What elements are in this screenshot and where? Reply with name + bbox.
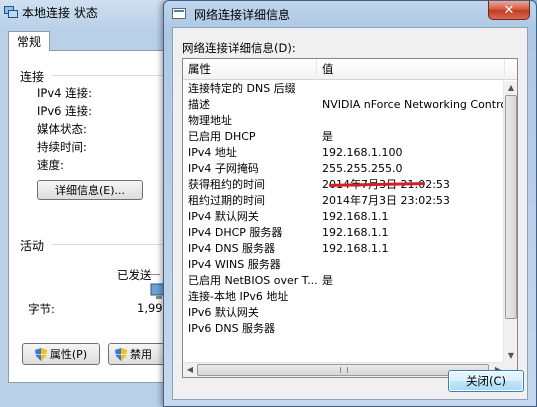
table-row[interactable]: 物理地址 bbox=[183, 113, 505, 129]
sent-label: 已发送 bbox=[117, 268, 152, 282]
connection-status-window: 本地连接 状态 常规 连接 IPv4 连接: IPv6 连接: 媒体状态: 持续… bbox=[0, 0, 180, 407]
speed-label: 速度: bbox=[37, 158, 64, 172]
row-property: IPv4 DNS 服务器 bbox=[188, 242, 276, 255]
row-property: 物理地址 bbox=[188, 114, 232, 127]
details-titlebar: 网络连接详细信息 bbox=[172, 5, 290, 23]
network-icon bbox=[4, 5, 18, 19]
ipv4-connectivity-label: IPv4 连接: bbox=[37, 86, 92, 100]
row-property: 租约过期的时间 bbox=[188, 194, 265, 207]
vertical-scrollbar[interactable]: ▲ ▼ bbox=[503, 81, 517, 363]
uac-shield-icon bbox=[115, 347, 127, 361]
row-value: 192.168.1.100 bbox=[322, 146, 403, 159]
scroll-up-icon[interactable]: ▲ bbox=[506, 82, 516, 94]
close-button[interactable]: 关闭(C) bbox=[448, 370, 524, 392]
table-row[interactable]: 租约过期的时间 2014年7月3日 23:02:53 bbox=[183, 193, 505, 209]
row-value bbox=[317, 289, 505, 305]
window-close-button[interactable]: ✕ bbox=[488, 1, 530, 20]
row-property: IPv4 地址 bbox=[188, 146, 237, 159]
row-property: IPv4 WINS 服务器 bbox=[188, 258, 281, 271]
group-divider bbox=[51, 75, 173, 76]
table-row[interactable]: 连接特定的 DNS 后缀 bbox=[183, 81, 505, 97]
bytes-label: 字节: bbox=[28, 302, 55, 316]
network-details-dialog: 网络连接详细信息 ✕ 网络连接详细信息(D): 属性 值 连接特定的 DNS 后… bbox=[163, 0, 537, 407]
row-value: 192.168.1.1 bbox=[322, 226, 389, 239]
row-value: 是 bbox=[322, 130, 333, 143]
connection-group-label: 连接 bbox=[20, 70, 45, 84]
row-property: 已启用 DHCP bbox=[188, 130, 256, 143]
row-property: 连接-本地 IPv6 地址 bbox=[188, 290, 289, 303]
table-row[interactable]: IPv4 DNS 服务器 192.168.1.1 bbox=[183, 241, 505, 257]
status-window-titlebar: 本地连接 状态 bbox=[4, 3, 98, 21]
row-value: 192.168.1.1 bbox=[322, 210, 389, 223]
row-property: IPv4 子网掩码 bbox=[188, 162, 259, 175]
properties-button-label: 属性(P) bbox=[49, 348, 88, 361]
table-row[interactable]: IPv4 WINS 服务器 bbox=[183, 257, 505, 273]
scroll-down-icon[interactable]: ▼ bbox=[506, 350, 516, 362]
activity-group-label: 活动 bbox=[20, 239, 45, 253]
status-window-title: 本地连接 状态 bbox=[22, 5, 98, 20]
row-value bbox=[317, 321, 505, 337]
table-row[interactable]: IPv4 DHCP 服务器 192.168.1.1 bbox=[183, 225, 505, 241]
ipv6-connectivity-label: IPv6 连接: bbox=[37, 104, 92, 118]
row-value bbox=[317, 257, 505, 273]
details-listview[interactable]: 属性 值 连接特定的 DNS 后缀 描述 NVIDIA nForce Network… bbox=[182, 58, 518, 378]
group-divider bbox=[51, 244, 173, 245]
row-value: NVIDIA nForce Networking Controller bbox=[322, 98, 505, 111]
table-row[interactable]: 描述 NVIDIA nForce Networking Controller bbox=[183, 97, 505, 113]
table-row[interactable]: IPv4 地址 192.168.1.100 bbox=[183, 145, 505, 161]
duration-label: 持续时间: bbox=[37, 140, 87, 154]
row-value: 是 bbox=[322, 274, 333, 287]
row-property: IPv4 DHCP 服务器 bbox=[188, 226, 283, 239]
row-property: 描述 bbox=[188, 98, 210, 111]
row-value bbox=[317, 81, 505, 97]
media-state-label: 媒体状态: bbox=[37, 122, 87, 136]
row-value: 255.255.255.0 bbox=[322, 162, 403, 175]
horizontal-scroll-thumb[interactable] bbox=[197, 364, 489, 376]
properties-button[interactable]: 属性(P) bbox=[22, 343, 100, 365]
tab-general[interactable]: 常规 bbox=[8, 31, 50, 51]
row-property: IPv4 默认网关 bbox=[188, 210, 259, 223]
table-row[interactable]: 连接-本地 IPv6 地址 bbox=[183, 289, 505, 305]
table-row[interactable]: 已启用 DHCP 是 bbox=[183, 129, 505, 145]
sent-dash: — bbox=[149, 267, 161, 281]
row-value bbox=[317, 113, 505, 129]
dialog-client-area: 网络连接详细信息(D): 属性 值 连接特定的 DNS 后缀 描述 NVIDIA n… bbox=[172, 27, 528, 400]
table-row[interactable]: IPv6 默认网关 bbox=[183, 305, 505, 321]
details-rows: 连接特定的 DNS 后缀 描述 NVIDIA nForce Networking C… bbox=[183, 81, 505, 357]
row-property: 获得租约的时间 bbox=[188, 178, 265, 191]
row-property: IPv6 DNS 服务器 bbox=[188, 322, 276, 335]
column-header-value[interactable]: 值 bbox=[317, 59, 505, 80]
row-value: 192.168.1.1 bbox=[322, 242, 389, 255]
scroll-left-icon[interactable]: ◀ bbox=[184, 364, 196, 376]
table-row[interactable]: IPv4 默认网关 192.168.1.1 bbox=[183, 209, 505, 225]
window-icon bbox=[172, 7, 188, 21]
table-row[interactable]: IPv4 子网掩码 255.255.255.0 bbox=[183, 161, 505, 177]
row-value bbox=[317, 305, 505, 321]
details-list-caption: 网络连接详细信息(D): bbox=[182, 41, 296, 55]
row-property: 连接特定的 DNS 后缀 bbox=[188, 82, 296, 95]
column-header-property[interactable]: 属性 bbox=[183, 59, 317, 80]
uac-shield-icon bbox=[34, 347, 47, 361]
details-button[interactable]: 详细信息(E)... bbox=[37, 180, 143, 200]
table-row[interactable]: IPv6 DNS 服务器 bbox=[183, 321, 505, 337]
row-property: 已启用 NetBIOS over T... bbox=[188, 274, 317, 287]
table-row[interactable]: 已启用 NetBIOS over T... 是 bbox=[183, 273, 505, 289]
general-panel: 连接 IPv4 连接: IPv6 连接: 媒体状态: 持续时间: 速度: 详细信… bbox=[8, 50, 180, 383]
details-dialog-title: 网络连接详细信息 bbox=[194, 7, 291, 22]
vertical-scroll-thumb[interactable] bbox=[505, 95, 517, 319]
list-header: 属性 值 bbox=[183, 59, 517, 80]
row-property: IPv6 默认网关 bbox=[188, 306, 259, 319]
disable-button-label: 禁用 bbox=[130, 348, 152, 361]
row-value: 2014年7月3日 23:02:53 bbox=[322, 194, 450, 207]
